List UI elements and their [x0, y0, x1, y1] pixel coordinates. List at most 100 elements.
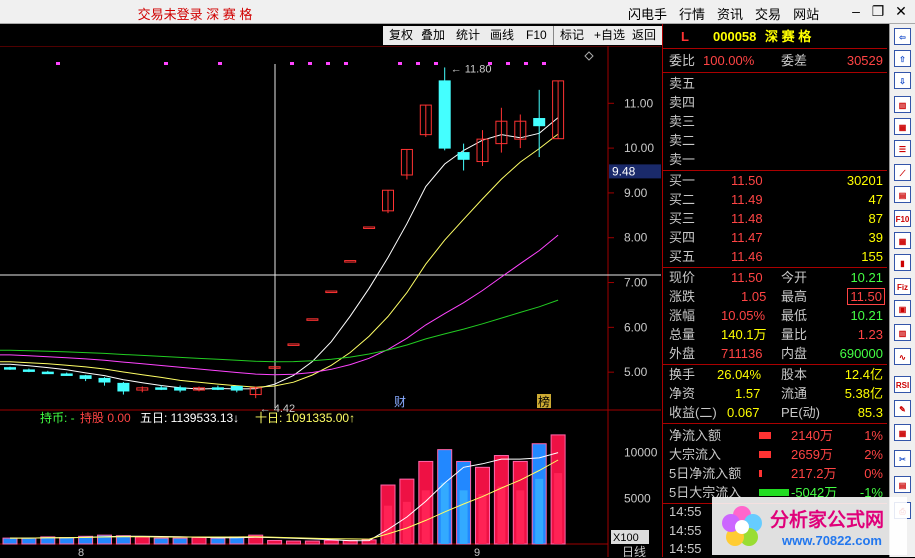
kline-svg[interactable]: 11.00 10.00 9.00 8.00 7.00 6.00 5.00 9.48 ← 11.8…	[0, 46, 661, 557]
buy-2: 买二 11.49 47	[669, 192, 883, 207]
arrow-down-icon[interactable]: ⇩	[894, 72, 911, 89]
volume-bar	[2, 537, 18, 545]
f10-icon[interactable]: F10	[894, 210, 911, 227]
menu-item-shandianshou[interactable]: 闪电手	[628, 7, 667, 22]
kline-chart[interactable]: 11.00 10.00 9.00 8.00 7.00 6.00 5.00 9.48 ← 11.8…	[0, 46, 661, 557]
sell-3: 卖三	[669, 114, 696, 129]
table-icon[interactable]: ▦	[894, 232, 911, 249]
menu-item-wangzhan[interactable]: 网站	[793, 7, 819, 22]
stock-code: 000058	[713, 29, 757, 44]
candle-body	[457, 152, 470, 160]
buy-4: 买四 11.47 39	[669, 230, 883, 245]
volume-tick-label: 10000	[624, 446, 658, 460]
bar-chart-icon[interactable]: ▥	[894, 324, 911, 341]
price-tick-label: 10.00	[624, 141, 654, 155]
signal-dot	[434, 62, 438, 65]
price-tick-label: 7.00	[624, 276, 648, 290]
minimize-icon[interactable]: –	[848, 3, 864, 19]
indicator-hold: 持股 0.00	[80, 410, 131, 425]
chart-icon[interactable]: ▤	[894, 186, 911, 203]
flow-row-1: 净流入额 2140万 1%	[669, 428, 883, 443]
tab-diejia[interactable]: 叠加	[415, 26, 453, 45]
weibi-value: 100.00%	[703, 53, 755, 68]
signal-dot	[542, 62, 546, 65]
quote-panel: L 000058 深 赛 格 委比 100.00% 委差 30529 卖五 卖四…	[662, 24, 889, 557]
candle-body	[174, 387, 187, 391]
arrow-up-icon[interactable]: ⇧	[894, 50, 911, 67]
grid-icon[interactable]: ▦	[894, 118, 911, 135]
restore-icon[interactable]: ❐	[870, 3, 886, 19]
candle-body	[533, 118, 546, 127]
weibi-row: 委比 100.00% 委差 30529	[669, 53, 883, 68]
fiz-icon[interactable]: Fiz	[894, 278, 911, 295]
volume-bar	[323, 539, 339, 545]
tab-back[interactable]: 返回	[626, 26, 664, 45]
diamond-icon	[584, 51, 594, 61]
sell-2: 卖二	[669, 133, 696, 148]
arrow-left-icon[interactable]: ⇦	[894, 28, 911, 45]
x-axis-label: 9	[474, 547, 480, 557]
flow-row-2: 大宗流入 2659万 2%	[669, 447, 883, 462]
volume-bar	[191, 537, 207, 545]
indicator-ten-day: 十日: 1091335.00↑	[255, 411, 355, 425]
candle-body	[155, 387, 168, 390]
top-menu: 闪电手 行情 资讯 交易 网站	[628, 4, 831, 23]
tools-icon[interactable]: ✂	[894, 450, 911, 467]
stack-icon[interactable]: ▤	[894, 476, 911, 493]
price-tick-label: 5.00	[624, 365, 648, 379]
tab-huaxian[interactable]: 画线	[484, 26, 522, 45]
volume-bar-inner	[384, 505, 392, 544]
bars-icon[interactable]: ▮	[894, 254, 911, 271]
signal-dot	[524, 62, 528, 65]
sell-1: 卖一	[669, 152, 696, 167]
candle-body	[98, 377, 111, 383]
stat-row-xianjia: 现价 11.50 今开 10.21	[669, 270, 883, 285]
flow-row-3: 5日净流入额 217.2万 0%	[669, 466, 883, 481]
signal-dot	[398, 62, 402, 65]
volume-bar-inner	[478, 494, 487, 544]
calc-icon[interactable]: ▣	[894, 300, 911, 317]
stat-row-zongliang: 总量 140.1万 量比 1.23	[669, 327, 883, 342]
volume-bar-inner	[516, 490, 525, 544]
side-toolbar: ⇦ ⇧ ⇩ ▥ ▦ ☰ ⟋ ▤ F10 ▦ ▮ Fiz ▣ ▥ ∿ RSI ✎ …	[889, 24, 915, 557]
signal-dot	[308, 62, 312, 65]
stat-row-waipan: 外盘 711136 内盘 690000	[669, 346, 883, 361]
indicator-five-day: 五日: 1139533.13↓	[140, 411, 239, 425]
stat-row-zhangdie: 涨跌 1.05 最高 11.50	[663, 287, 887, 306]
kline-icon[interactable]: ▥	[894, 96, 911, 113]
volume-tick-label: 5000	[624, 491, 651, 505]
price-tick-label: 8.00	[624, 231, 648, 245]
tab-tongji[interactable]: 统计	[450, 26, 488, 45]
menu-item-jiaoyi[interactable]: 交易	[755, 7, 781, 22]
rsi-icon[interactable]: RSI	[894, 376, 911, 393]
close-icon[interactable]: ✕	[893, 3, 909, 19]
list-icon[interactable]: ☰	[894, 140, 911, 157]
menu-item-hangqing[interactable]: 行情	[679, 7, 705, 22]
volume-bar-inner	[402, 501, 411, 544]
stat-row-shouyi: 收益(二) 0.067 PE(动) 85.3	[669, 405, 883, 420]
volume-bar	[59, 537, 75, 545]
note-icon[interactable]: ✎	[894, 400, 911, 417]
volume-bar	[153, 537, 169, 545]
stock-header: L 000058 深 赛 格	[663, 27, 887, 46]
sell-5: 卖五	[669, 76, 696, 91]
volume-bar-inner	[459, 490, 468, 544]
trend-icon[interactable]: ⟋	[894, 164, 911, 181]
candle-body	[363, 226, 376, 229]
stat-row-zhangfu: 涨幅 10.05% 最低 10.21	[669, 308, 883, 323]
weicha-value: 30529	[846, 53, 883, 68]
cursor-price-label: 9.48	[612, 164, 636, 178]
wave-icon[interactable]: ∿	[894, 348, 911, 365]
tab-f10[interactable]: F10	[520, 26, 554, 45]
signal-dot	[344, 62, 348, 65]
calendar-icon[interactable]: ▦	[894, 424, 911, 441]
tab-biaoji[interactable]: 标记	[554, 26, 592, 45]
menu-item-zixun[interactable]: 资讯	[717, 7, 743, 22]
volume-bar	[286, 540, 301, 545]
stat-row-huanshou: 换手 26.04% 股本 12.4亿	[669, 367, 883, 382]
rank-marker: 榜	[538, 394, 550, 409]
watermark-logo: 分析家公式网 www.70822.com	[712, 497, 907, 555]
finance-marker: 财	[394, 395, 406, 409]
volume-bar	[210, 537, 226, 545]
window-title: 交易未登录 深 赛 格	[137, 7, 253, 22]
